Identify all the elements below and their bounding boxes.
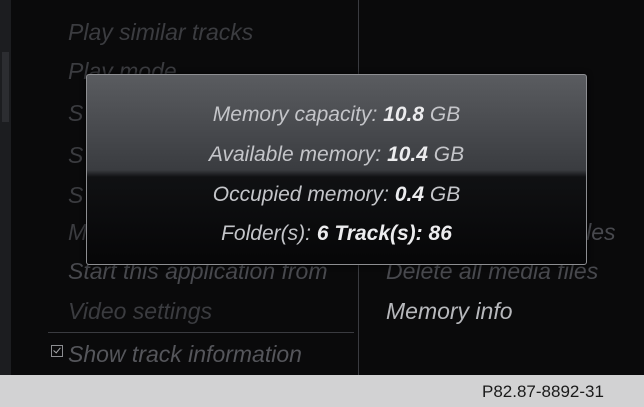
checkbox-checked-icon[interactable] (51, 345, 63, 357)
menu-item-s2[interactable]: S (68, 142, 83, 169)
occupied-memory-label: Occupied memory: (212, 183, 389, 206)
menu-item-show-track-information[interactable]: Show track information (68, 341, 302, 368)
menu-separator (48, 332, 354, 333)
figure-code: P82.87-8892-31 (482, 382, 604, 401)
available-memory-label: Available memory: (208, 143, 382, 166)
memory-capacity-label: Memory capacity: (212, 103, 378, 126)
occupied-memory-unit: GB (429, 183, 461, 206)
tracks-label: Track(s): (334, 222, 423, 245)
menu-item-video-settings[interactable]: Video settings (68, 298, 212, 325)
available-memory-value: 10.4 (387, 143, 428, 166)
memory-capacity-unit: GB (429, 103, 461, 126)
media-screen: Play similar tracks Play mode S S S M St… (0, 0, 644, 375)
memory-capacity-value: 10.8 (383, 103, 425, 126)
menu-item-memory-info[interactable]: Memory info (386, 298, 513, 325)
occupied-memory-value: 0.4 (394, 183, 425, 206)
menu-item-play-similar-tracks[interactable]: Play similar tracks (68, 19, 253, 46)
folders-label: Folder(s): (221, 222, 311, 245)
available-memory-unit: GB (433, 143, 465, 166)
folders-value: 6 (316, 222, 329, 245)
figure-footer: P82.87-8892-31 (0, 375, 644, 407)
tracks-value: 86 (428, 222, 452, 245)
menu-item-s3[interactable]: S (68, 182, 83, 209)
occupied-memory-row: Occupied memory: 0.4 GB (87, 183, 586, 207)
menu-item-m[interactable]: M (68, 219, 87, 246)
folders-tracks-row: Folder(s): 6 Track(s): 86 (87, 222, 586, 246)
scroll-indicator (2, 52, 9, 122)
screen-left-edge (0, 0, 11, 375)
memory-info-popup: Memory capacity: 10.8 GB Available memor… (86, 74, 587, 265)
available-memory-row: Available memory: 10.4 GB (87, 143, 586, 167)
memory-capacity-row: Memory capacity: 10.8 GB (87, 103, 586, 127)
menu-item-s1[interactable]: S (68, 100, 83, 127)
